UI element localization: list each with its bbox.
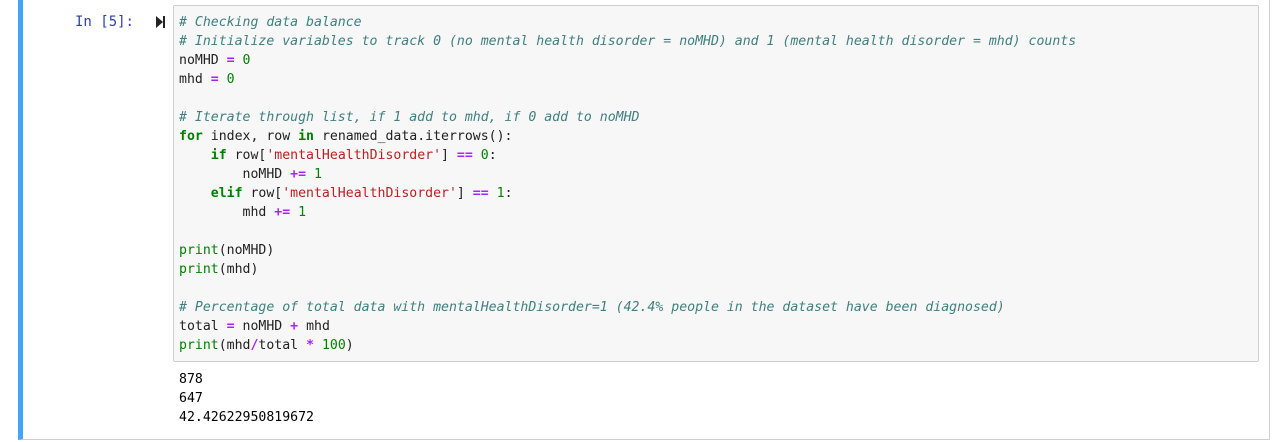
code-line: total = noMHD + mhd (179, 319, 330, 334)
code-token: total (258, 338, 307, 353)
code-token: ] (441, 148, 457, 163)
code-token: += (290, 167, 307, 182)
code-line: print(mhd/total * 100) (179, 338, 354, 353)
code-token: # Checking data balance (179, 15, 362, 30)
code-line: # Initialize variables to track 0 (no me… (179, 34, 1076, 49)
code-token: = (226, 53, 235, 68)
code-line: elif row['mentalHealthDisorder'] == 1: (179, 186, 513, 201)
code-token: mhd (298, 319, 330, 334)
code-token: print (179, 262, 219, 277)
code-token: += (274, 205, 291, 220)
code-editor[interactable]: # Checking data balance # Initialize var… (179, 13, 1076, 355)
code-token: row[ (242, 186, 283, 201)
code-token: # Initialize variables to track 0 (no me… (179, 34, 1077, 49)
code-token: elif (210, 186, 243, 201)
code-token: mhd (179, 205, 275, 220)
code-token: (mhd (218, 338, 251, 353)
code-token: ) (345, 338, 354, 353)
code-token: 0 (242, 53, 251, 68)
code-token: == (456, 148, 473, 163)
code-token: # Percentage of total data with mentalHe… (179, 300, 1005, 315)
code-token: 0 (226, 72, 235, 87)
code-token: ] (456, 186, 473, 201)
code-token: 'mentalHealthDisorder' (266, 148, 442, 163)
code-line: # Percentage of total data with mentalHe… (179, 300, 1005, 315)
code-token: if (210, 148, 227, 163)
cell-prompt: In [5]: (74, 14, 134, 30)
code-line: print(noMHD) (179, 243, 274, 258)
code-token: = (210, 72, 219, 87)
code-line: noMHD = 0 (179, 53, 251, 68)
code-token: noMHD (234, 319, 291, 334)
code-token: 1 (314, 167, 322, 182)
code-token: (noMHD) (218, 243, 275, 258)
code-token: row[ (226, 148, 267, 163)
code-token: in (298, 129, 314, 144)
code-token: + (290, 319, 299, 334)
output-line: 647 (179, 391, 203, 406)
code-line: # Iterate through list, if 1 add to mhd,… (179, 110, 640, 125)
code-token: * (306, 338, 315, 353)
code-line: for index, row in renamed_data.iterrows(… (179, 129, 513, 144)
code-token: 'mentalHealthDisorder' (282, 186, 457, 201)
code-token: = (226, 319, 235, 334)
code-token: # Iterate through list, if 1 add to mhd,… (179, 110, 640, 125)
code-token: 100 (321, 338, 346, 353)
code-token: : (504, 186, 513, 201)
code-token: : (488, 148, 497, 163)
code-input-area[interactable]: # Checking data balance # Initialize var… (173, 5, 1259, 362)
code-token: == (472, 186, 489, 201)
code-token: noMHD (179, 53, 227, 68)
code-line: # Checking data balance (179, 15, 362, 30)
code-token: print (179, 338, 219, 353)
run-cursor-icon[interactable] (154, 14, 166, 30)
code-token: print (179, 243, 219, 258)
code-line: mhd = 0 (179, 72, 235, 87)
code-line: print(mhd) (179, 262, 258, 277)
code-token: 1 (298, 205, 307, 220)
output-line: 878 (179, 372, 203, 387)
code-token: 0 (480, 148, 489, 163)
code-token: (mhd) (218, 262, 259, 277)
code-token: for (179, 129, 203, 144)
cell-output: 878 647 42.42622950819672 (179, 370, 314, 427)
code-token: index, row (202, 129, 299, 144)
output-line: 42.42622950819672 (179, 410, 314, 425)
code-line: mhd += 1 (179, 205, 307, 220)
code-token: 1 (496, 186, 505, 201)
code-token: mhd (179, 72, 211, 87)
code-token: total (179, 319, 227, 334)
code-line: noMHD += 1 (179, 167, 322, 182)
code-token: renamed_data.iterrows(): (314, 129, 513, 144)
code-token: noMHD (179, 167, 291, 182)
code-line: if row['mentalHealthDisorder'] == 0: (179, 148, 497, 163)
